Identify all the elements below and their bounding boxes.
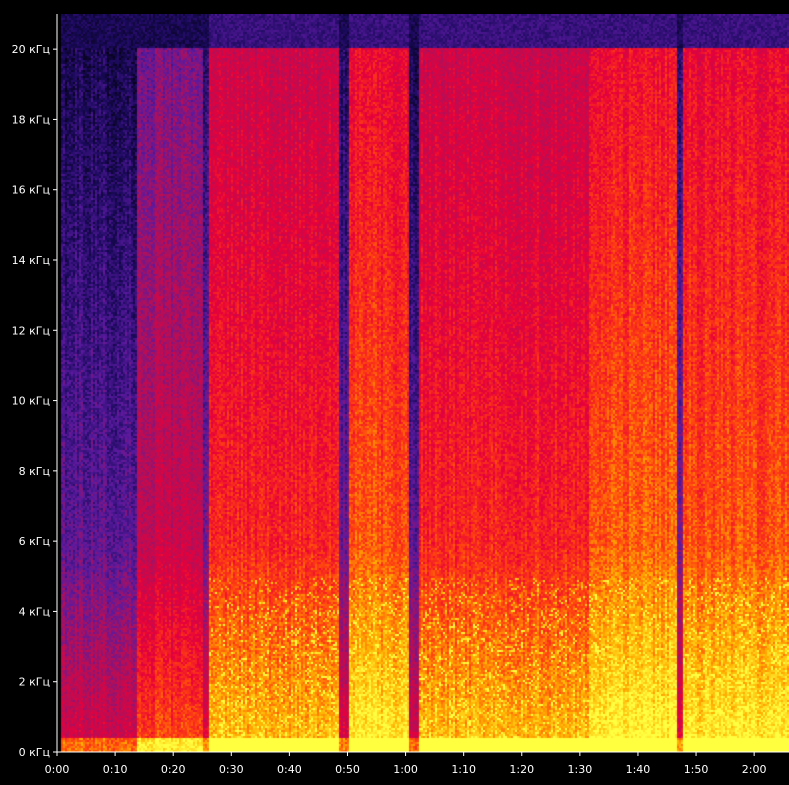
x-tick-label: 0:50 bbox=[335, 763, 360, 776]
x-tick-label: 2:00 bbox=[742, 763, 767, 776]
y-tick-label: 6 кГц bbox=[19, 535, 50, 548]
x-tick-label: 1:00 bbox=[393, 763, 418, 776]
y-tick-label: 20 кГц bbox=[12, 43, 50, 56]
spectrogram-svg: 0 кГц 2 кГц 4 кГц 6 кГц 8 кГц 10 кГц 12 кГц 14 … bbox=[0, 0, 789, 785]
y-tick-label: 8 кГц bbox=[19, 465, 50, 478]
y-tick-label: 14 кГц bbox=[12, 254, 50, 267]
y-tick-label: 16 кГц bbox=[12, 184, 50, 197]
y-tick-label: 4 кГц bbox=[19, 605, 50, 618]
x-tick-label: 1:10 bbox=[451, 763, 476, 776]
x-tick-label: 1:40 bbox=[626, 763, 651, 776]
y-tick-label: 10 кГц bbox=[12, 395, 50, 408]
x-tick-label: 0:30 bbox=[219, 763, 244, 776]
x-tick-label: 0:40 bbox=[277, 763, 302, 776]
x-tick-label: 1:20 bbox=[509, 763, 534, 776]
x-tick-label: 0:00 bbox=[45, 763, 70, 776]
x-tick-label: 0:10 bbox=[103, 763, 128, 776]
x-tick-label: 0:20 bbox=[161, 763, 186, 776]
y-tick-label: 18 кГц bbox=[12, 113, 50, 126]
x-tick-label: 1:30 bbox=[568, 763, 593, 776]
spectrogram-chart: 0 кГц 2 кГц 4 кГц 6 кГц 8 кГц 10 кГц 12 кГц 14 … bbox=[0, 0, 789, 785]
y-tick-label: 0 кГц bbox=[19, 746, 50, 759]
heatmap-area bbox=[57, 14, 789, 752]
y-tick-label: 2 кГц bbox=[19, 676, 50, 689]
y-tick-label: 12 кГц bbox=[12, 324, 50, 337]
spectrogram-image bbox=[57, 14, 789, 752]
x-tick-label: 1:50 bbox=[684, 763, 709, 776]
